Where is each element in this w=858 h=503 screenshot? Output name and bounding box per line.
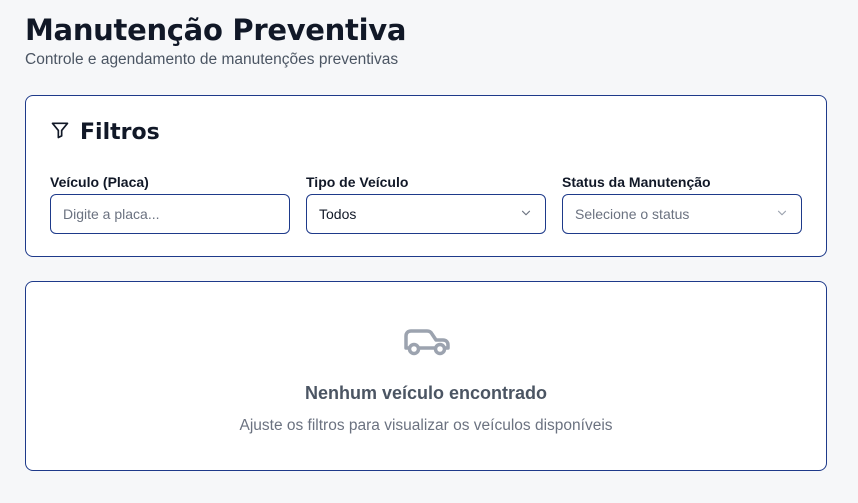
empty-state-card: Nenhum veículo encontrado Ajuste os filt… <box>25 281 827 471</box>
vehicle-type-label: Tipo de Veículo <box>306 174 409 190</box>
status-label: Status da Manutenção <box>562 174 711 190</box>
vehicle-type-field: Tipo de Veículo Todos <box>306 174 546 234</box>
page-title: Manutenção Preventiva <box>25 13 407 47</box>
plate-input[interactable] <box>63 206 277 222</box>
status-select[interactable]: Selecione o status <box>562 194 802 234</box>
status-placeholder: Selecione o status <box>575 206 690 222</box>
empty-state-message: Ajuste os filtros para visualizar os veí… <box>239 417 613 434</box>
empty-state-title: Nenhum veículo encontrado <box>304 383 548 403</box>
chevron-down-icon <box>519 206 533 223</box>
vehicle-type-value: Todos <box>319 206 357 222</box>
empty-state: Nenhum veículo encontrado Ajuste os filt… <box>26 282 826 470</box>
plate-input-wrapper <box>50 194 290 234</box>
chevron-down-icon <box>775 206 789 223</box>
status-field: Status da Manutenção Selecione o status <box>562 174 802 234</box>
filters-title: Filtros <box>80 120 160 145</box>
filter-icon <box>50 120 70 145</box>
plate-label: Veículo (Placa) <box>50 174 149 190</box>
plate-field: Veículo (Placa) <box>50 174 290 234</box>
vehicle-type-select[interactable]: Todos <box>306 194 546 234</box>
page-subtitle: Controle e agendamento de manutenções pr… <box>25 51 399 68</box>
filters-card: Filtros Veículo (Placa) Tipo de Veículo … <box>25 95 827 257</box>
filters-header: Filtros <box>50 120 160 145</box>
